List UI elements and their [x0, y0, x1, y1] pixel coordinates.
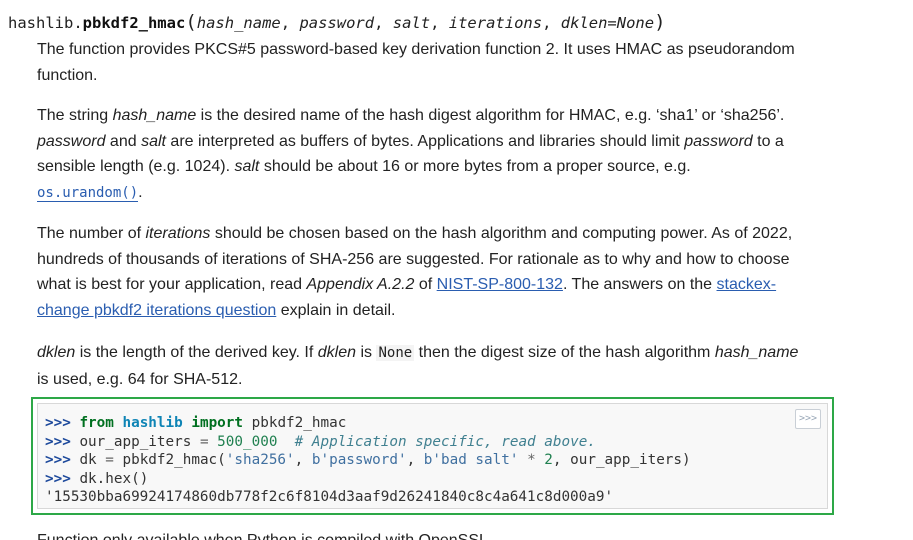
signature-module: hashlib.	[8, 14, 83, 32]
none-literal: None	[376, 345, 415, 361]
signature-sep: ,	[280, 14, 300, 32]
text: is	[356, 344, 377, 361]
next-paragraph-partial: Function only available when Python is c…	[37, 528, 557, 540]
paragraph-text: The function provides PKCS#5 password-ba…	[37, 41, 795, 84]
signature-arg-password: password	[299, 14, 375, 32]
text: and	[105, 132, 142, 150]
string: 'sha256'	[225, 452, 295, 468]
param-password: password	[37, 132, 106, 150]
function-call: pbkdf2_hmac(	[122, 452, 226, 468]
signature-sep: ,	[374, 14, 393, 32]
number: 2	[544, 452, 553, 468]
signature-sep: ,	[430, 14, 449, 32]
signature-open-paren: (	[185, 11, 197, 33]
text: is the length of the derived key. If	[75, 344, 318, 361]
param-hash-name: hash_name	[112, 107, 197, 124]
signature-arg-dklen: dklen=None	[560, 14, 655, 32]
param-hash-name: hash_name	[714, 344, 799, 361]
description-paragraph-2: The string hash_name is the desired name…	[37, 103, 807, 206]
text: are interpreted as buffers of bytes. App…	[165, 132, 685, 150]
text: The string	[37, 107, 113, 124]
text: The number of	[37, 225, 146, 242]
call-rest: , our_app_iters)	[552, 452, 691, 468]
description-paragraph-4: dklen is the length of the derived key. …	[37, 340, 807, 392]
os-urandom-link[interactable]: os.urandom()	[37, 184, 139, 202]
description-paragraph-3: The number of iterations should be chose…	[37, 221, 807, 323]
comment: # Application specific, read above.	[294, 433, 596, 450]
text: then the digest size of the hash algorit…	[414, 344, 715, 361]
string: b'bad salt'	[423, 452, 519, 468]
operator: *	[527, 452, 536, 468]
keyword: import	[191, 415, 244, 431]
expression: dk.hex()	[79, 470, 149, 487]
param-salt: salt	[141, 132, 166, 150]
variable: dk	[79, 452, 97, 468]
text: .	[138, 183, 143, 201]
param-salt: salt	[234, 158, 260, 175]
number: 500_000	[217, 433, 278, 450]
description-paragraph-1: The function provides PKCS#5 password-ba…	[37, 37, 807, 88]
text: explain in detail.	[276, 301, 396, 319]
function-signature: hashlib.pbkdf2_hmac(hash_name, password,…	[8, 10, 666, 35]
signature-function-name: pbkdf2_hmac	[82, 14, 186, 32]
string: b'password'	[311, 452, 407, 468]
variable: our_app_iters	[79, 433, 192, 450]
text: . The answers on the	[562, 276, 717, 293]
prompt: >>>	[45, 452, 71, 468]
signature-sep: ,	[542, 14, 561, 32]
imported-name: pbkdf2_hmac	[251, 415, 347, 431]
signature-close-paren: )	[654, 11, 666, 33]
param-iterations: iterations	[145, 225, 211, 242]
text: should be about 16 or more bytes from a …	[259, 158, 691, 175]
code-example-block: >>> >>> from hashlib import pbkdf2_hmac …	[37, 403, 828, 509]
param-password: password	[684, 132, 753, 150]
operator: =	[199, 433, 209, 450]
nist-sp-800-132-link[interactable]: NIST-SP-800-132	[437, 276, 563, 293]
text: is used, e.g. 64 for SHA-512.	[37, 370, 243, 388]
module-name: hashlib	[122, 415, 183, 431]
code-example: >>> from hashlib import pbkdf2_hmac >>> …	[45, 415, 691, 505]
prompt: >>>	[45, 415, 71, 431]
text: of	[414, 276, 437, 293]
prompt: >>>	[45, 433, 71, 450]
keyword: from	[79, 415, 114, 431]
prompt: >>>	[45, 470, 71, 487]
text: is the desired name of the hash digest a…	[196, 107, 785, 124]
signature-arg-iterations: iterations	[448, 14, 543, 32]
text: Function only available when Python is c…	[37, 532, 492, 540]
signature-arg-hash-name: hash_name	[196, 14, 281, 32]
appendix-reference: Appendix A.2.2	[306, 276, 415, 293]
code-output: '15530bba69924174860db778f2c6f8104d3aaf9…	[45, 489, 614, 505]
copy-prompt-toggle-button[interactable]: >>>	[795, 409, 821, 429]
param-dklen: dklen	[317, 344, 357, 361]
operator: =	[105, 452, 114, 468]
param-dklen: dklen	[37, 344, 76, 361]
signature-arg-salt: salt	[392, 14, 431, 32]
code-example-highlight: >>> >>> from hashlib import pbkdf2_hmac …	[31, 397, 834, 515]
